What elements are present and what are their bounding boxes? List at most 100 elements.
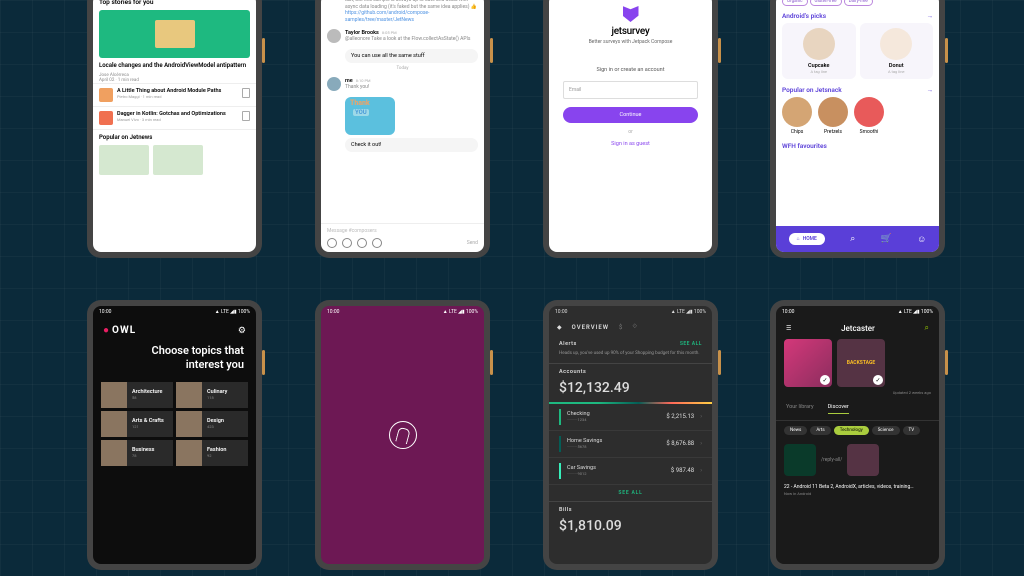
profile-icon[interactable]: ☺ (917, 234, 926, 245)
category-chip[interactable]: News (784, 426, 807, 435)
category-item[interactable]: Chips (782, 97, 812, 135)
section-title: Android's picks (782, 12, 826, 20)
arrow-icon[interactable]: → (927, 86, 934, 94)
phone-crane: 10:00▲ LTE ◢▮ 100% (315, 300, 490, 570)
updated-text: Updated 2 weeks ago (776, 387, 939, 398)
menu-icon[interactable]: ☰ (786, 325, 791, 332)
bookmark-icon[interactable] (242, 88, 250, 98)
link[interactable]: https://github.com/android/compose-sampl… (345, 10, 478, 23)
avatar[interactable] (327, 29, 341, 43)
account-row[interactable]: Car Savings··········9012$ 987.48› (549, 458, 712, 485)
section-title: WFH favourites (782, 142, 827, 150)
article-item[interactable]: A Little Thing about Android Module Path… (93, 83, 256, 106)
card[interactable] (153, 145, 203, 175)
account-row[interactable]: Checking··········1234$ 2,215.13› (549, 404, 712, 431)
topic-chip[interactable]: Arts & Crafts121 (101, 411, 173, 437)
mention-icon[interactable] (342, 238, 352, 248)
topic-chip[interactable]: Culinary118 (176, 382, 248, 408)
snack-card[interactable]: CupcakeA tag line (782, 23, 856, 79)
section-header: Popular on Jetnews (93, 129, 256, 145)
topic-chip[interactable]: Fashion92 (176, 440, 248, 466)
chevron-icon: › (700, 467, 702, 474)
phone-rally: 10:00▲ LTE ◢▮ 100% ◆OVERVIEW$⟐ AlertsSEE… (543, 300, 718, 570)
filter-pill[interactable]: Dairy-free (844, 0, 873, 6)
tab-icon[interactable]: $ (619, 324, 622, 331)
bookmark-icon[interactable] (242, 111, 250, 121)
total-balance: $12,132.49 (549, 380, 712, 396)
attach-icon[interactable] (357, 238, 367, 248)
category-chip[interactable]: Arts (810, 426, 830, 435)
message-bubble: You can use all the same stuff (345, 49, 478, 63)
search-icon[interactable]: ⌕ (925, 323, 929, 333)
message: Taylor Brooks8:05 PM@alleonore Take a lo… (321, 26, 484, 46)
article-item[interactable]: Dagger in Kotlin: Gotchas and Optimizati… (93, 106, 256, 129)
emoji-icon[interactable] (327, 238, 337, 248)
section-title: Popular on Jetsnack (782, 86, 842, 94)
chevron-icon: › (700, 440, 702, 447)
category-chip[interactable]: Science (872, 426, 900, 435)
category-chip[interactable]: Technology (834, 426, 869, 435)
snack-card[interactable]: DonutA tag line (860, 23, 934, 79)
thumbnail (99, 88, 113, 102)
email-field[interactable]: Email (563, 81, 698, 99)
category-item[interactable]: Smoothi (854, 97, 884, 135)
podcast-row[interactable]: /reply-all/ (776, 440, 939, 480)
category-item[interactable]: Pretzels (818, 97, 848, 135)
topic-chip[interactable]: Architecture58 (101, 382, 173, 408)
composer[interactable]: Message #composers Send (321, 223, 484, 252)
heading: Choose topics thatinterest you (93, 344, 256, 372)
tab-library[interactable]: Your library (786, 404, 814, 414)
tagline: Better surveys with Jetpack Compose (549, 39, 712, 45)
or-divider: or (549, 129, 712, 135)
app-name: jetsurvey (549, 26, 712, 37)
card[interactable] (99, 145, 149, 175)
subtitle: Sign in or create an account (549, 67, 712, 73)
tab-icon[interactable]: ⟐ (632, 323, 637, 331)
search-icon[interactable]: ⌕ (850, 234, 855, 244)
podcast-card[interactable] (784, 339, 832, 387)
filter-pill[interactable]: Gluten-free (810, 0, 842, 6)
arrow-icon[interactable]: → (927, 12, 934, 20)
compose-input[interactable]: Message #composers (327, 228, 478, 234)
avatar[interactable] (327, 77, 341, 91)
bottom-nav: ⌂ HOME ⌕ 🛒 ☺ (776, 226, 939, 252)
see-all-link[interactable]: SEE ALL (680, 341, 702, 347)
alert-message: Heads up, you've used up 90% of your Sho… (549, 351, 712, 364)
phone-jetsnack: OrganicGluten-freeDairy-free Android's p… (770, 0, 945, 258)
guest-link[interactable]: Sign in as guest (549, 141, 712, 147)
bills-label: Bills (549, 502, 712, 518)
send-button[interactable]: Send (467, 240, 478, 246)
page-title: OVERVIEW (572, 324, 609, 331)
phone-jetnews: Top stories for you Locale changes and t… (87, 0, 262, 258)
phone-jetchat: last, but this sample is always up to da… (315, 0, 490, 258)
splash-logo (389, 421, 417, 449)
message-bubble: Check it out! (345, 138, 478, 152)
tab-discover[interactable]: Discover (828, 404, 849, 414)
phone-owl: 10:00▲ LTE ◢▮ 100% OWL⚙ Choose topics th… (87, 300, 262, 570)
topic-chip[interactable]: Design423 (176, 411, 248, 437)
logo-icon (623, 6, 639, 22)
phone-jetsurvey: jetsurvey Better surveys with Jetpack Com… (543, 0, 718, 258)
section-header: Top stories for you (93, 0, 256, 10)
brand-logo: OWL (103, 325, 136, 336)
gear-icon[interactable]: ⚙ (238, 326, 246, 336)
hero-image[interactable] (99, 10, 250, 58)
snack-image (880, 28, 912, 60)
chevron-icon: › (700, 413, 702, 420)
nav-home[interactable]: ⌂ HOME (789, 233, 825, 245)
sticker-thankyou (345, 97, 395, 135)
continue-button[interactable]: Continue (563, 107, 698, 123)
day-divider: Today (321, 66, 484, 71)
account-row[interactable]: Home Savings··········5678$ 8,676.88› (549, 431, 712, 458)
article-title[interactable]: Locale changes and the AndroidViewModel … (93, 58, 256, 73)
see-all-button[interactable]: SEE ALL (549, 485, 712, 502)
episode-row[interactable]: 22 - Android 11 Beta 2, AndroidX, articl… (776, 480, 939, 500)
cart-icon[interactable]: 🛒 (881, 234, 892, 244)
location-icon[interactable] (372, 238, 382, 248)
alerts-label: Alerts (559, 341, 577, 347)
filter-pill[interactable]: Organic (782, 0, 808, 6)
podcast-card[interactable]: BACKSTAGE (837, 339, 885, 387)
category-chip[interactable]: TV (903, 426, 921, 435)
overview-icon[interactable]: ◆ (557, 324, 562, 331)
topic-chip[interactable]: Business78 (101, 440, 173, 466)
